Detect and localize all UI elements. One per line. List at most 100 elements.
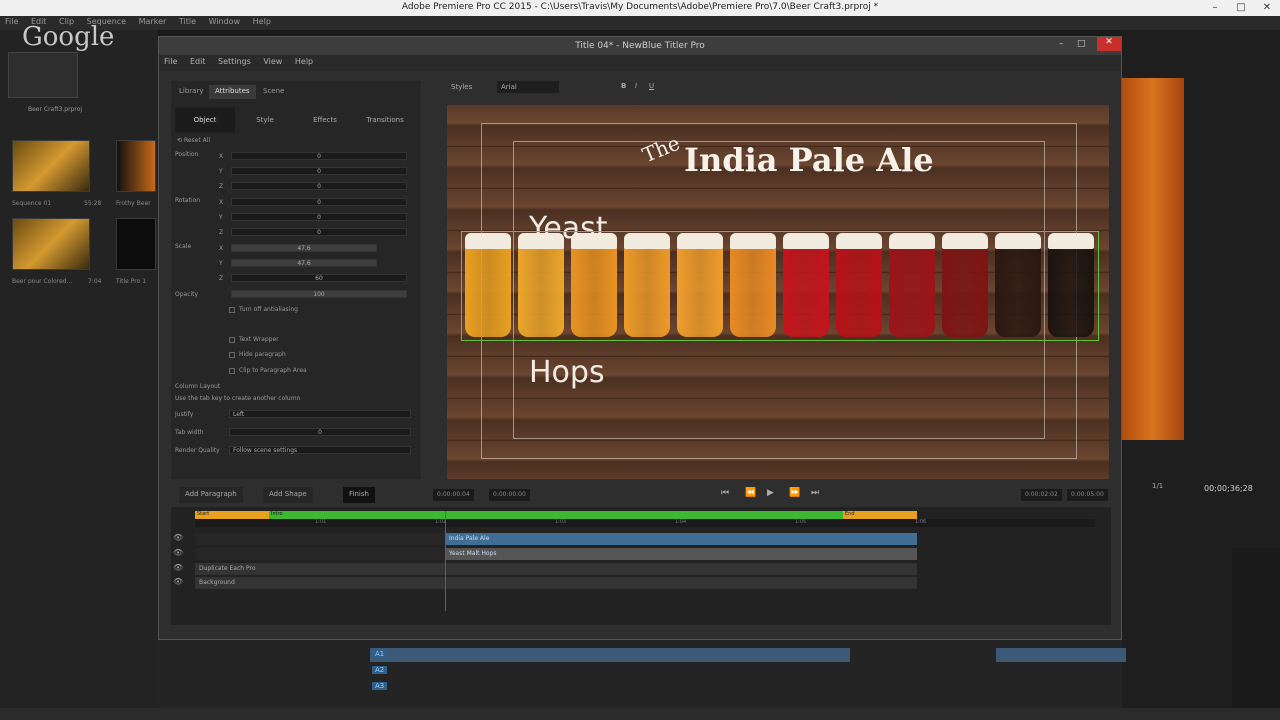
clip-india-pale-ale[interactable]: India Pale Ale [445, 533, 917, 545]
hide-paragraph-checkbox[interactable] [229, 352, 235, 358]
timecode-current[interactable]: 0:00:00:00 [489, 489, 530, 501]
underline-button[interactable]: U [649, 82, 654, 90]
timecode-duration[interactable]: 0:00:05:00 [1067, 489, 1108, 501]
clip-yeast-malt-hops[interactable]: Yeast Malt Hops [445, 548, 917, 560]
opacity-field[interactable]: 100 [231, 290, 407, 298]
scale-y-field[interactable]: 47.6 [231, 259, 377, 267]
position-x-field[interactable]: 0 [231, 152, 407, 160]
tab-width-field[interactable]: 0 [229, 428, 411, 436]
axis-z: Z [219, 183, 224, 190]
titler-menu-view[interactable]: View [258, 55, 287, 68]
tab-library[interactable]: Library [173, 85, 209, 99]
titler-close-icon[interactable]: ✕ [1097, 37, 1121, 51]
clip-paragraph-checkbox[interactable] [229, 368, 235, 374]
subtab-transitions[interactable]: Transitions [355, 107, 415, 133]
ruler-tick: 1:01 [315, 519, 327, 525]
track-a2[interactable]: A2 [372, 666, 388, 674]
justify-select[interactable]: Left [229, 410, 411, 418]
track-background[interactable]: Background [195, 577, 917, 589]
go-end-icon[interactable]: ⏭ [811, 488, 819, 498]
titler-maximize-icon[interactable]: □ [1077, 39, 1086, 49]
position-z-field[interactable]: 0 [231, 182, 407, 190]
rotation-y-field[interactable]: 0 [231, 213, 407, 221]
eye-icon[interactable]: 👁 [173, 563, 183, 572]
track-a3[interactable]: A3 [372, 682, 388, 690]
google-logo: Google [22, 22, 115, 52]
titler-menu-file[interactable]: File [159, 55, 182, 68]
rotation-x-field[interactable]: 0 [231, 198, 407, 206]
clip-thumb[interactable] [12, 140, 90, 192]
add-shape-button[interactable]: Add Shape [263, 487, 313, 503]
timecode-end[interactable]: 0:00:02:02 [1021, 489, 1062, 501]
app-titlebar: Adobe Premiere Pro CC 2015 - C:\Users\Tr… [0, 0, 1280, 16]
titler-menu-edit[interactable]: Edit [185, 55, 211, 68]
add-paragraph-button[interactable]: Add Paragraph [179, 487, 243, 503]
monitor-frame [1122, 78, 1184, 440]
scale-label: Scale [175, 243, 192, 250]
clip-thumb[interactable] [116, 218, 156, 270]
scale-x-field[interactable]: 47.6 [231, 244, 377, 252]
attributes-panel: Library Attributes Scene Object Style Ef… [171, 81, 421, 479]
audio-clip[interactable] [996, 648, 1126, 662]
eye-icon[interactable]: 👁 [173, 548, 183, 557]
text-wrapper-checkbox[interactable] [229, 337, 235, 343]
rotation-z-field[interactable]: 0 [231, 228, 407, 236]
menu-help[interactable]: Help [248, 16, 276, 27]
range-end[interactable]: End [843, 511, 917, 519]
timeline-range-bar[interactable]: Start Intro End [195, 511, 917, 519]
menu-marker[interactable]: Marker [134, 16, 172, 27]
tab-attributes[interactable]: Attributes [209, 85, 256, 99]
program-timecode: 00;00;36;28 [1204, 484, 1253, 493]
eye-icon[interactable]: 👁 [173, 577, 183, 586]
subtab-style[interactable]: Style [235, 107, 295, 133]
track-duplicate[interactable]: Duplicate Each Pro [195, 563, 917, 575]
project-panel: Beer Craft3.prproj Sequence 01 55:28 Fro… [0, 30, 158, 710]
timecode-in[interactable]: 0:00:00:04 [433, 489, 474, 501]
titler-menu-settings[interactable]: Settings [213, 55, 256, 68]
play-icon[interactable]: ▶ [767, 488, 774, 498]
titler-minimize-icon[interactable]: – [1059, 39, 1064, 49]
clip-thumb[interactable] [12, 218, 90, 270]
subtab-effects[interactable]: Effects [295, 107, 355, 133]
word-hops[interactable]: Hops [529, 355, 605, 390]
reset-all-button[interactable]: ⟲ Reset All [177, 137, 210, 144]
transport-bar: Add Paragraph Add Shape Finish 0:00:00:0… [171, 487, 1111, 503]
font-select[interactable]: Arial [497, 81, 559, 93]
antialias-label: Turn off antialiasing [239, 306, 298, 313]
clip-duration: 7:04 [88, 278, 102, 285]
title-canvas[interactable]: The India Pale Ale Yeast Hops [447, 105, 1109, 479]
playhead[interactable] [445, 511, 446, 611]
go-start-icon[interactable]: ⏮ [721, 488, 729, 498]
axis-z: Z [219, 229, 224, 236]
tab-scene[interactable]: Scene [257, 85, 290, 99]
bold-button[interactable]: B [621, 82, 626, 90]
step-back-icon[interactable]: ⏪ [745, 488, 756, 498]
menu-title[interactable]: Title [174, 16, 201, 27]
finish-button[interactable]: Finish [343, 487, 375, 503]
zoom-select[interactable]: 1/1 [1152, 482, 1163, 490]
title-main-text[interactable]: India Pale Ale [684, 141, 934, 179]
menu-window[interactable]: Window [204, 16, 246, 27]
eye-icon[interactable]: 👁 [173, 533, 183, 542]
close-icon[interactable]: ✕ [1254, 0, 1280, 16]
titler-timeline: Start Intro End 1:01 1:02 1:03 1:04 1:05… [171, 507, 1111, 625]
position-y-field[interactable]: 0 [231, 167, 407, 175]
maximize-icon[interactable]: □ [1228, 0, 1254, 16]
range-start[interactable]: Start [195, 511, 269, 519]
titler-menubar: File Edit Settings View Help [159, 55, 1121, 71]
range-intro[interactable]: Intro [269, 511, 843, 519]
italic-button[interactable]: I [635, 82, 637, 90]
timeline-ruler[interactable]: 1:01 1:02 1:03 1:04 1:05 1:06 [195, 519, 1095, 527]
clip-thumb[interactable] [116, 140, 156, 192]
subtab-object[interactable]: Object [175, 107, 235, 133]
titler-menu-help[interactable]: Help [290, 55, 318, 68]
audio-clip[interactable] [370, 648, 850, 662]
antialias-checkbox[interactable] [229, 307, 235, 313]
menu-file[interactable]: File [0, 16, 23, 27]
render-quality-select[interactable]: Follow scene settings [229, 446, 411, 454]
scale-z-field[interactable]: 60 [231, 274, 407, 282]
minimize-icon[interactable]: – [1202, 0, 1228, 16]
app-title: Adobe Premiere Pro CC 2015 - C:\Users\Tr… [401, 2, 879, 12]
step-forward-icon[interactable]: ⏩ [789, 488, 800, 498]
track-a1[interactable]: A1 [372, 650, 388, 658]
